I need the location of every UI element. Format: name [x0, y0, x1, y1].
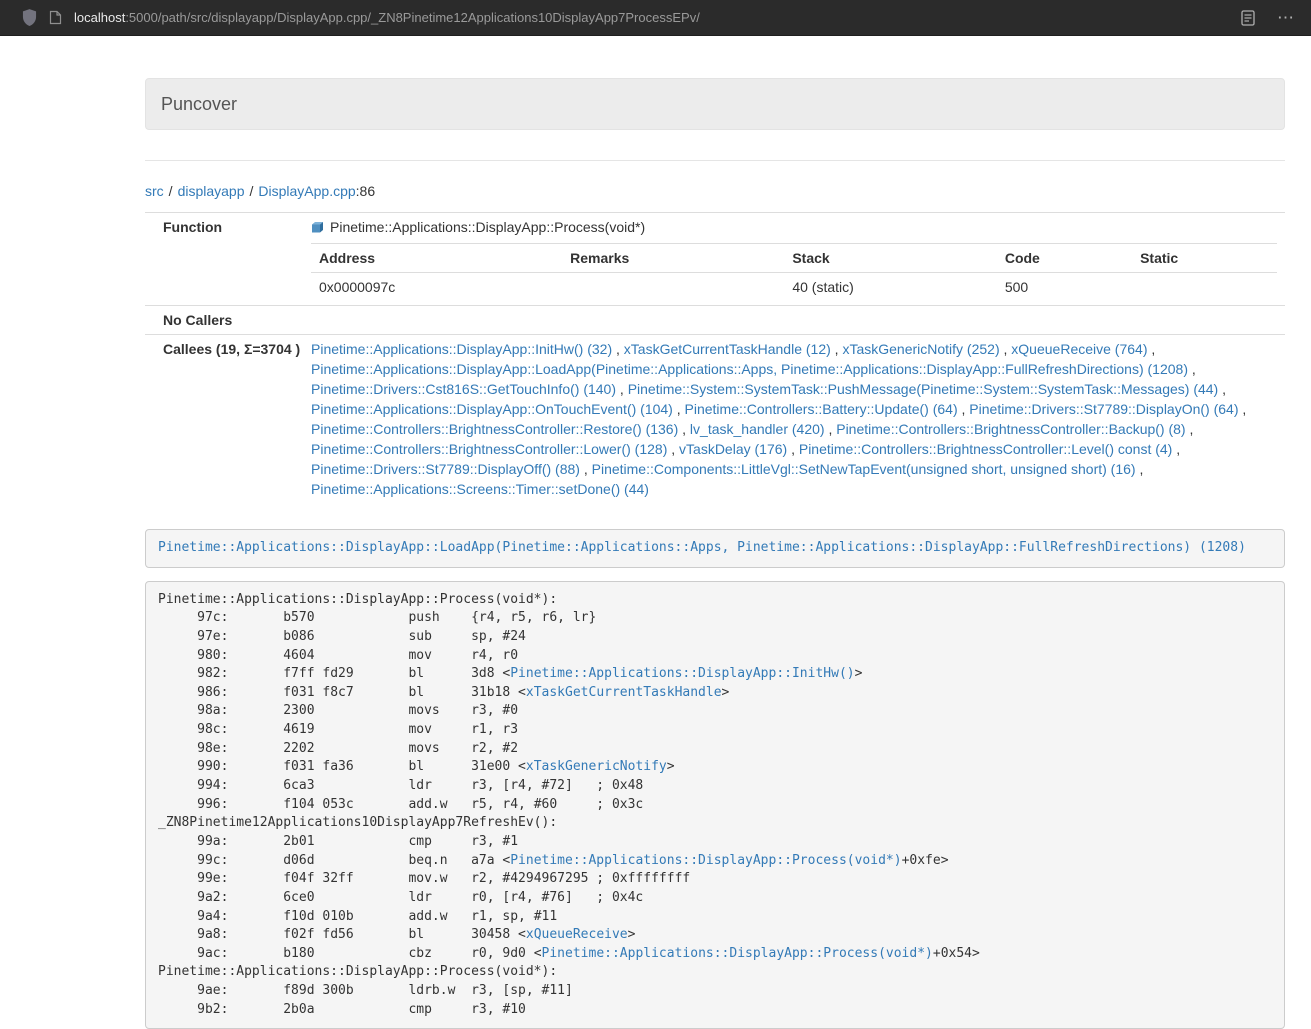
brand-link[interactable]: Puncover	[161, 94, 237, 115]
function-icon	[311, 221, 324, 234]
breadcrumb: src/displayapp/DisplayApp.cpp:86	[145, 181, 1285, 201]
callee-link[interactable]: Pinetime::Applications::DisplayApp::OnTo…	[311, 401, 673, 417]
url-path: :5000/path/src/displayapp/DisplayApp.cpp…	[125, 10, 700, 25]
more-icon[interactable]: ⋯	[1275, 9, 1297, 26]
address-value: 0x0000097c	[311, 273, 562, 302]
callee-link[interactable]: Pinetime::Drivers::Cst816S::GetTouchInfo…	[311, 381, 616, 397]
callee-link[interactable]: xQueueReceive (764)	[1011, 341, 1147, 357]
function-row-label: Function	[145, 213, 303, 306]
remarks-value	[562, 273, 784, 302]
callee-link[interactable]: Pinetime::Controllers::BrightnessControl…	[311, 441, 667, 457]
col-static: Static	[1132, 244, 1277, 273]
table-row: 0x0000097c 40 (static) 500	[311, 273, 1277, 302]
callee-link[interactable]: Pinetime::Controllers::BrightnessControl…	[311, 421, 678, 437]
callee-link[interactable]: vTaskDelay (176)	[679, 441, 787, 457]
col-code: Code	[997, 244, 1132, 273]
callee-link[interactable]: xTaskGenericNotify (252)	[842, 341, 999, 357]
code-value: 500	[997, 273, 1132, 302]
static-value	[1132, 273, 1277, 302]
callee-link[interactable]: Pinetime::Controllers::BrightnessControl…	[836, 421, 1185, 437]
disassembly-symbol-link[interactable]: Pinetime::Applications::DisplayApp::Proc…	[510, 853, 901, 868]
disassembly-symbol-link[interactable]: Pinetime::Applications::DisplayApp::Proc…	[542, 946, 933, 961]
breadcrumb-item-displayapp[interactable]: displayapp	[178, 183, 245, 199]
navbar: Puncover	[145, 78, 1285, 130]
callee-link[interactable]: Pinetime::Applications::DisplayApp::Init…	[311, 341, 612, 357]
main-content: Puncover src/displayapp/DisplayApp.cpp:8…	[145, 78, 1285, 1029]
callee-link[interactable]: xTaskGetCurrentTaskHandle (12)	[624, 341, 831, 357]
col-remarks: Remarks	[562, 244, 784, 273]
url-bar[interactable]: localhost:5000/path/src/displayapp/Displ…	[74, 10, 700, 25]
function-name: Pinetime::Applications::DisplayApp::Proc…	[330, 217, 645, 237]
callee-link[interactable]: Pinetime::Applications::DisplayApp::Load…	[311, 361, 1188, 377]
snippet-link[interactable]: Pinetime::Applications::DisplayApp::Load…	[158, 540, 1246, 555]
col-address: Address	[311, 244, 562, 273]
breadcrumb-separator: /	[250, 183, 254, 199]
reader-icon[interactable]	[1241, 10, 1255, 26]
callee-link[interactable]: Pinetime::Drivers::St7789::DisplayOn() (…	[969, 401, 1238, 417]
no-callers-label: No Callers	[145, 306, 303, 335]
col-stack: Stack	[784, 244, 997, 273]
breadcrumb-line-number: :86	[356, 183, 375, 199]
breadcrumb-item-file[interactable]: DisplayApp.cpp	[258, 183, 355, 199]
function-name-line: Pinetime::Applications::DisplayApp::Proc…	[311, 217, 1277, 237]
callee-link[interactable]: lv_task_handler (420)	[690, 421, 825, 437]
callee-link[interactable]: Pinetime::Components::LittleVgl::SetNewT…	[592, 461, 1136, 477]
callee-link[interactable]: Pinetime::Controllers::BrightnessControl…	[799, 441, 1172, 457]
disassembly-symbol-link[interactable]: Pinetime::Applications::DisplayApp::Init…	[510, 666, 854, 681]
callees-list: Pinetime::Applications::DisplayApp::Init…	[303, 335, 1285, 504]
browser-chrome: localhost:5000/path/src/displayapp/Displ…	[0, 0, 1311, 36]
breadcrumb-item-src[interactable]: src	[145, 183, 164, 199]
url-host: localhost	[74, 10, 125, 25]
breadcrumb-separator: /	[169, 183, 173, 199]
symbol-table: Function Pinetime::Applications::Display…	[145, 212, 1285, 503]
divider	[145, 160, 1285, 161]
disassembly-symbol-link[interactable]: xTaskGenericNotify	[526, 759, 667, 774]
callee-link[interactable]: Pinetime::Controllers::Battery::Update()…	[685, 401, 958, 417]
symbol-snippet: Pinetime::Applications::DisplayApp::Load…	[145, 529, 1285, 568]
shield-icon[interactable]	[22, 9, 37, 26]
page-icon	[49, 10, 62, 25]
stack-value: 40 (static)	[784, 273, 997, 302]
callee-link[interactable]: Pinetime::Applications::Screens::Timer::…	[311, 481, 649, 497]
disassembly-symbol-link[interactable]: xQueueReceive	[526, 927, 628, 942]
callees-label: Callees (19, Σ=3704 )	[145, 335, 303, 504]
table-header-row: Address Remarks Stack Code Static	[311, 244, 1277, 273]
disassembly-symbol-link[interactable]: xTaskGetCurrentTaskHandle	[526, 685, 722, 700]
callee-link[interactable]: Pinetime::System::SystemTask::PushMessag…	[628, 381, 1219, 397]
table-row: Function Pinetime::Applications::Display…	[145, 213, 1285, 306]
callee-link[interactable]: Pinetime::Drivers::St7789::DisplayOff() …	[311, 461, 580, 477]
table-row: No Callers	[145, 306, 1285, 335]
table-row: Callees (19, Σ=3704 ) Pinetime::Applicat…	[145, 335, 1285, 504]
function-stats-table: Address Remarks Stack Code Static 0x0000…	[311, 243, 1277, 301]
disassembly: Pinetime::Applications::DisplayApp::Proc…	[145, 581, 1285, 1029]
